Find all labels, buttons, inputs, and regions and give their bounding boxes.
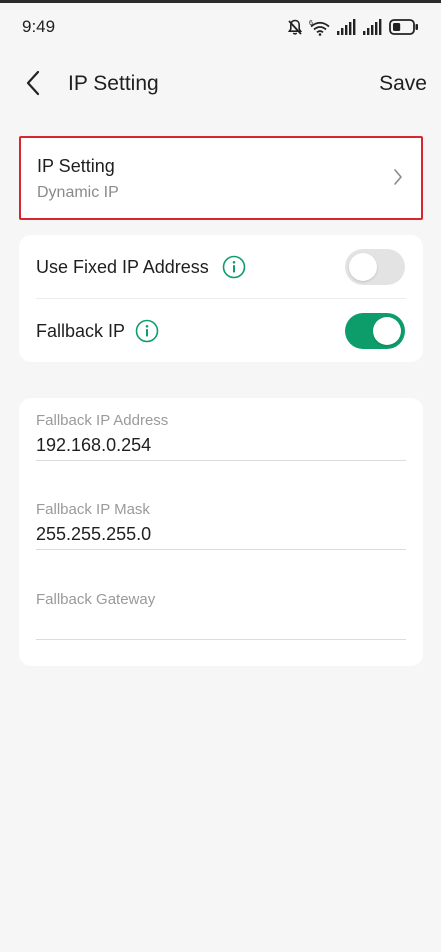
field-underline [36, 639, 406, 640]
status-bar: 9:49 6 [0, 3, 441, 49]
bell-off-icon [287, 19, 303, 36]
fallback-ip-toggle[interactable] [345, 313, 405, 349]
fallback-ip-address-field: Fallback IP Address [36, 412, 406, 492]
fallback-ip-address-label: Fallback IP Address [36, 412, 169, 429]
use-fixed-ip-toggle[interactable] [345, 249, 405, 285]
chevron-right-icon [393, 168, 403, 191]
fallback-fields-card: Fallback IP Address Fallback IP Mask Fal… [19, 398, 423, 666]
info-icon[interactable] [222, 255, 246, 279]
ip-setting-selector[interactable]: IP Setting Dynamic IP [19, 136, 423, 220]
fallback-ip-label: Fallback IP [36, 321, 126, 341]
use-fixed-ip-label: Use Fixed IP Address [36, 257, 209, 277]
fallback-ip-row: Fallback IP [19, 299, 423, 362]
back-button[interactable] [18, 68, 48, 102]
signal-icon [337, 19, 357, 35]
app-header: IP Setting Save [0, 60, 441, 110]
fallback-ip-mask-input[interactable] [36, 519, 406, 549]
fallback-ip-mask-field: Fallback IP Mask [36, 501, 406, 581]
use-fixed-ip-row: Use Fixed IP Address [19, 235, 423, 299]
chevron-left-icon [24, 69, 42, 102]
fallback-ip-address-input[interactable] [36, 430, 406, 460]
ip-setting-value: Dynamic IP [37, 184, 119, 201]
field-underline [36, 549, 406, 550]
signal-icon [363, 19, 383, 35]
toggle-knob [349, 253, 377, 281]
page-title: IP Setting [68, 72, 159, 95]
fallback-gateway-label: Fallback Gateway [36, 591, 156, 608]
fallback-ip-mask-label: Fallback IP Mask [36, 501, 150, 518]
info-icon[interactable] [135, 319, 159, 343]
toggles-card: Use Fixed IP Address Fallback IP [19, 235, 423, 362]
fallback-gateway-input[interactable] [36, 609, 406, 639]
wifi-icon: 6 [309, 19, 331, 36]
fallback-gateway-field: Fallback Gateway [36, 591, 406, 671]
save-button[interactable]: Save [379, 72, 427, 96]
ip-setting-title: IP Setting [37, 156, 115, 176]
battery-icon [389, 19, 419, 35]
status-time: 9:49 [22, 17, 56, 36]
field-underline [36, 460, 406, 461]
status-icons: 6 [287, 17, 419, 37]
toggle-knob [373, 317, 401, 345]
